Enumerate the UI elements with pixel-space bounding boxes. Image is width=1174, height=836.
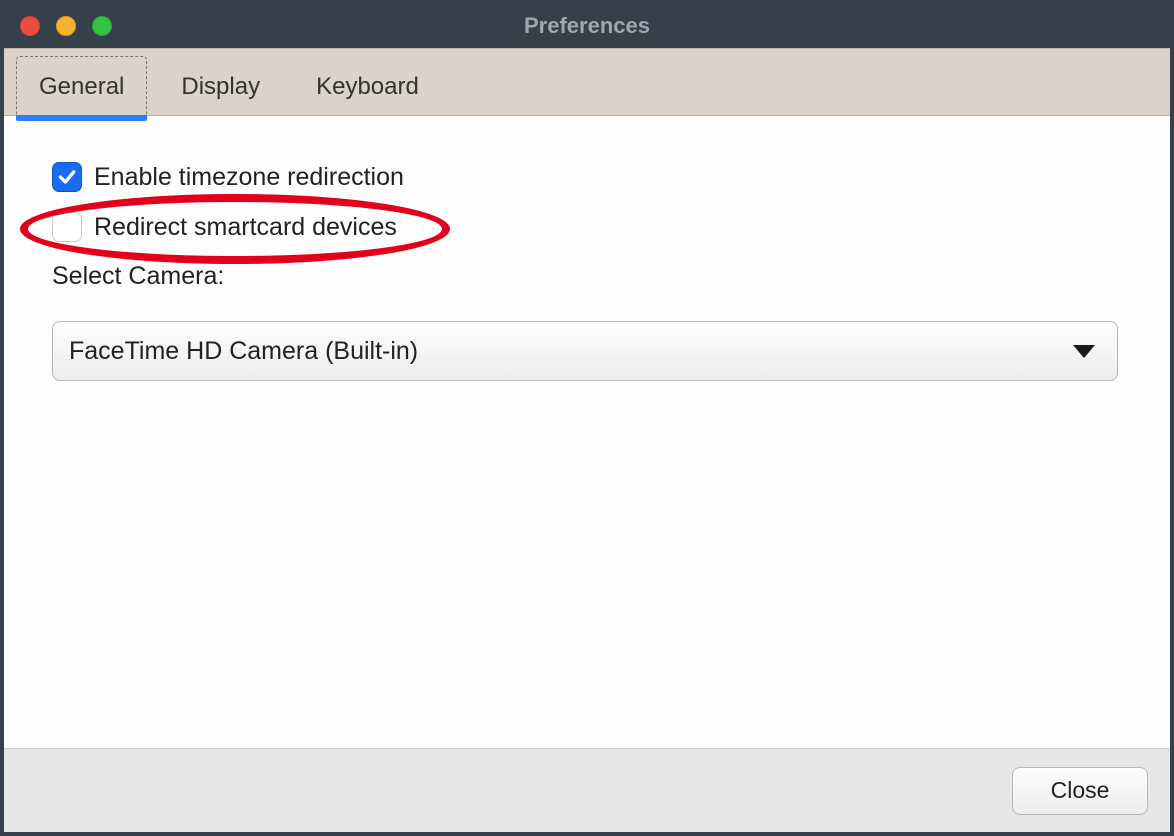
close-window-button[interactable] [20, 16, 40, 36]
checkbox-redirect-smartcard-devices[interactable] [52, 212, 82, 242]
dropdown-selected-value: FaceTime HD Camera (Built-in) [69, 337, 418, 366]
checkbox-enable-timezone-redirection[interactable] [52, 162, 82, 192]
minimize-window-button[interactable] [56, 16, 76, 36]
titlebar: Preferences [4, 4, 1170, 48]
checkbox-label: Enable timezone redirection [94, 163, 404, 192]
window-controls [20, 16, 112, 36]
tab-strip: General Display Keyboard [4, 48, 1170, 116]
chevron-down-icon [1073, 345, 1095, 358]
checkmark-icon [57, 167, 77, 187]
checkbox-label: Redirect smartcard devices [94, 213, 397, 242]
close-button[interactable]: Close [1012, 767, 1148, 815]
select-camera-label: Select Camera: [52, 262, 1122, 291]
dialog-footer: Close [4, 748, 1170, 832]
preferences-window: Preferences General Display Keyboard Ena… [0, 0, 1174, 836]
maximize-window-button[interactable] [92, 16, 112, 36]
tab-keyboard[interactable]: Keyboard [294, 57, 441, 115]
option-redirect-smartcard-devices: Redirect smartcard devices [52, 212, 1122, 242]
close-button-label: Close [1051, 777, 1110, 804]
tab-display[interactable]: Display [159, 57, 282, 115]
option-enable-timezone-redirection: Enable timezone redirection [52, 162, 1122, 192]
tab-content-general: Enable timezone redirection Redirect sma… [4, 116, 1170, 748]
window-title: Preferences [4, 13, 1170, 39]
camera-dropdown[interactable]: FaceTime HD Camera (Built-in) [52, 321, 1118, 381]
tab-general[interactable]: General [16, 56, 147, 115]
